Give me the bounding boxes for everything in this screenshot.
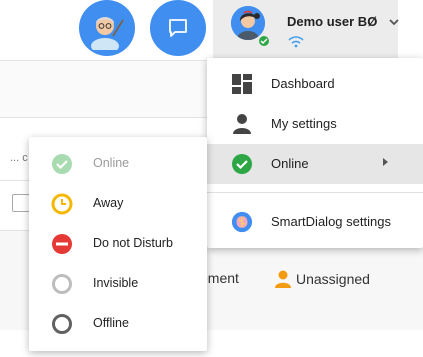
status-option-label: Online	[93, 156, 130, 170]
clock-icon	[51, 193, 73, 215]
ring-icon	[52, 314, 72, 334]
wifi-icon	[288, 36, 304, 48]
person-icon	[275, 270, 291, 288]
dashboard-icon	[232, 74, 252, 94]
assignee-label: Unassigned	[296, 271, 370, 287]
status-option-online: Online	[29, 144, 207, 184]
status-submenu: Online Away Do not Disturb Invisible Off…	[29, 137, 207, 351]
menu-item-label: SmartDialog settings	[271, 214, 391, 229]
status-option-label: Do not Disturb	[93, 236, 173, 250]
check-icon	[260, 38, 268, 45]
status-option-invisible[interactable]: Invisible	[29, 264, 207, 304]
chevron-down-icon	[389, 19, 399, 26]
user-dropdown-menu: Dashboard My settings Online SmartDialog…	[207, 58, 423, 248]
status-option-away[interactable]: Away	[29, 184, 207, 224]
chat-bubble-icon	[169, 19, 187, 37]
menu-item-online-status[interactable]: Online	[207, 144, 423, 184]
menu-divider	[207, 192, 423, 193]
professor-avatar-icon	[91, 17, 124, 50]
menu-item-my-settings[interactable]: My settings	[207, 104, 423, 144]
user-menu-toggle[interactable]: Demo user BØ	[213, 0, 399, 58]
menu-item-label: My settings	[271, 116, 337, 131]
check-circle-icon	[232, 154, 252, 174]
ring-icon	[52, 274, 72, 294]
status-option-label: Away	[93, 196, 124, 210]
row-checkbox[interactable]	[12, 194, 30, 212]
menu-item-label: Online	[271, 156, 309, 171]
menu-item-smartdialog-settings[interactable]: SmartDialog settings	[207, 202, 423, 242]
status-option-offline[interactable]: Offline	[29, 304, 207, 344]
status-option-label: Invisible	[93, 276, 139, 290]
user-name: Demo user BØ	[287, 14, 378, 29]
check-circle-icon	[52, 154, 72, 174]
minus-circle-icon	[52, 234, 72, 254]
menu-item-dashboard[interactable]: Dashboard	[207, 64, 423, 104]
cut-text: ... c	[10, 152, 28, 164]
brain-icon	[231, 211, 253, 233]
menu-item-label: Dashboard	[271, 76, 335, 91]
person-icon	[233, 114, 251, 134]
chat-button[interactable]	[150, 0, 206, 56]
status-option-do-not-disturb[interactable]: Do not Disturb	[29, 224, 207, 264]
assignee-cell[interactable]: Unassigned	[275, 270, 370, 288]
status-badge	[257, 34, 271, 48]
submenu-arrow-icon	[383, 158, 388, 166]
status-option-label: Offline	[93, 316, 129, 330]
profile-avatar-button[interactable]	[79, 0, 135, 56]
